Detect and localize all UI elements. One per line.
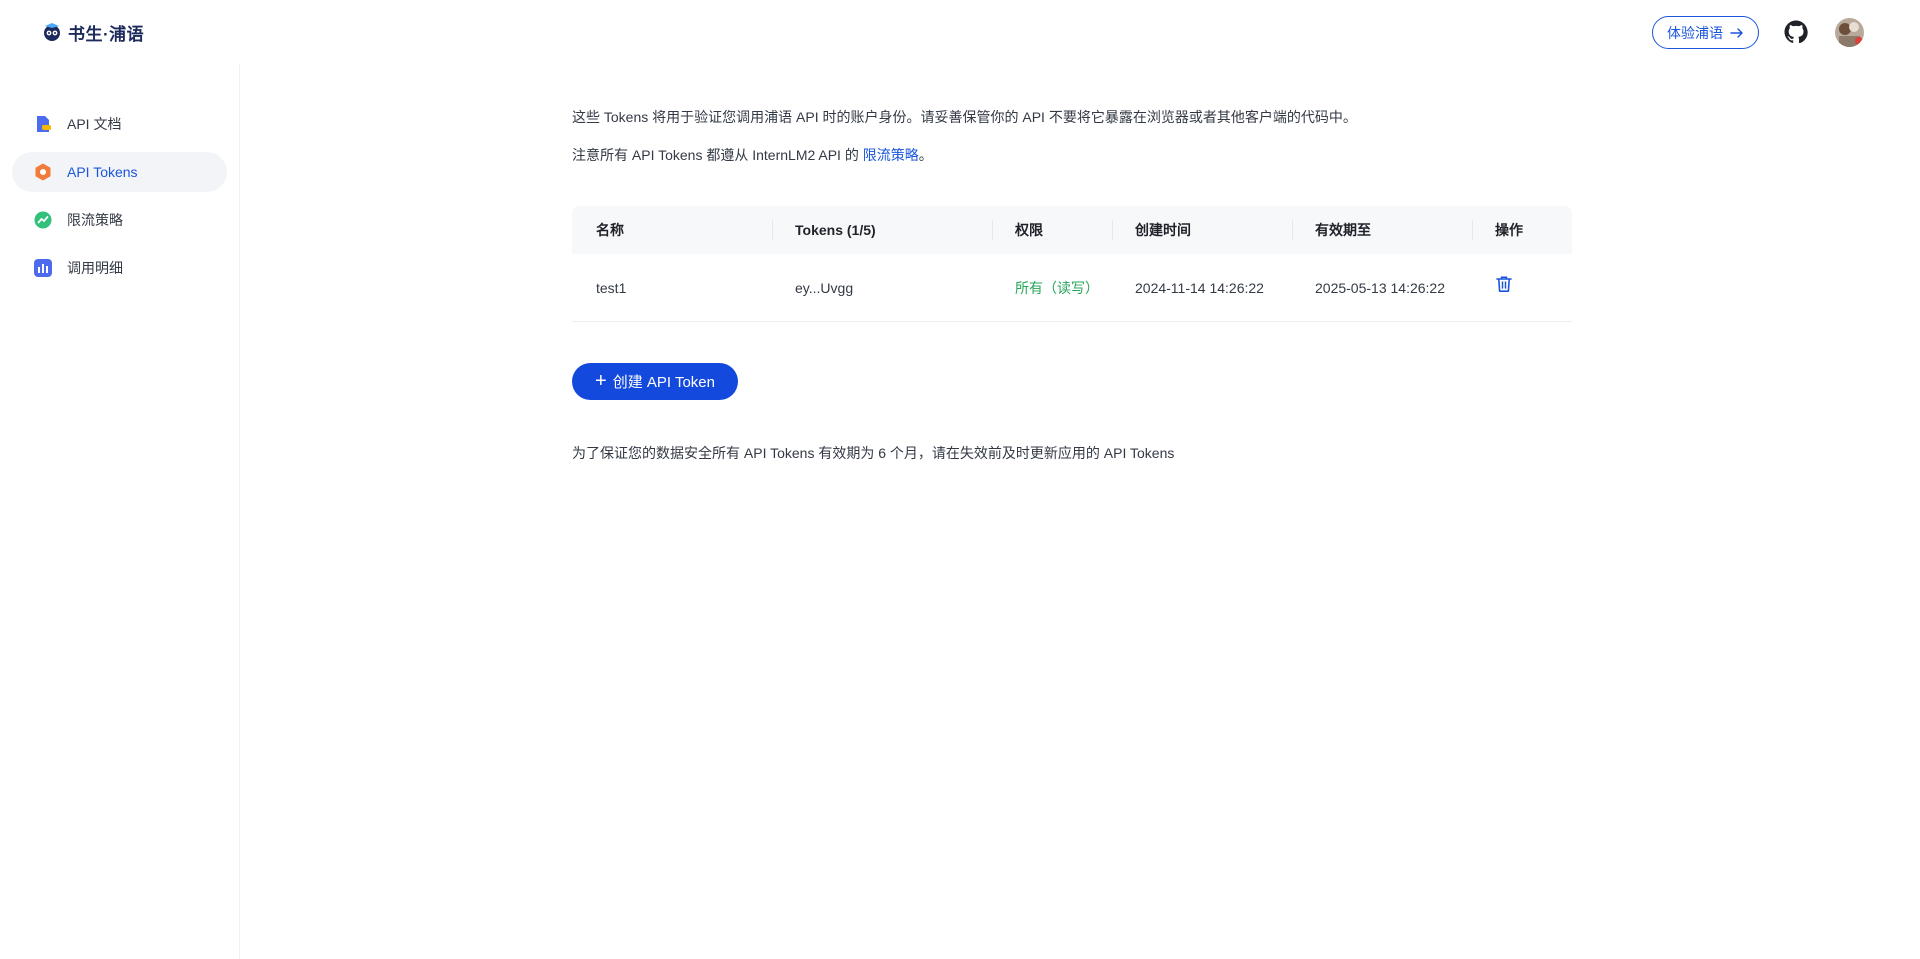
plus-icon: +	[595, 369, 607, 392]
mascot-logo-icon	[44, 23, 60, 41]
logo-text: 书生·浦语	[68, 24, 145, 44]
rate-limit-notice: 注意所有 API Tokens 都遵从 InternLM2 API 的 限流策略…	[572, 145, 933, 165]
rate-limit-notice-suffix: 。	[918, 147, 933, 163]
column-header-expires: 有效期至	[1315, 222, 1371, 238]
token-value: ey...Uvgg	[795, 279, 854, 296]
token-expiry-note: 为了保证您的数据安全所有 API Tokens 有效期为 6 个月，请在失效前及…	[572, 445, 1175, 461]
try-puyu-button[interactable]: 体验浦语	[1652, 16, 1759, 49]
column-header-permission: 权限	[1015, 222, 1043, 238]
token-name: test1	[596, 279, 627, 296]
column-header-created: 创建时间	[1135, 222, 1191, 238]
sidebar-item-usage-details[interactable]: 调用明细	[12, 248, 227, 288]
create-api-token-label: 创建 API Token	[612, 374, 715, 391]
table-row: test1 ey...Uvgg 所有（读写） 2024-11-14 14:26:…	[572, 254, 1572, 322]
token-created-time: 2024-11-14 14:26:22	[1135, 279, 1264, 296]
user-avatar[interactable]	[1835, 18, 1864, 47]
sidebar-item-api-tokens[interactable]: API Tokens	[12, 152, 227, 192]
avatar-image-icon	[1835, 18, 1864, 47]
tokens-description: 这些 Tokens 将用于验证您调用浦语 API 时的账户身份。请妥善保管你的 …	[572, 109, 1357, 125]
rate-limit-notice-prefix: 注意所有 API Tokens 都遵从 InternLM2 API 的	[572, 147, 863, 163]
sidebar-item-label: API 文档	[67, 116, 122, 132]
usage-chart-icon	[34, 259, 52, 277]
token-icon	[35, 163, 51, 181]
token-permission: 所有（读写）	[1015, 279, 1099, 296]
rate-limit-link[interactable]: 限流策略	[863, 147, 919, 163]
sidebar-item-label: API Tokens	[67, 164, 138, 180]
create-api-token-button[interactable]: + 创建 API Token	[572, 363, 738, 400]
github-icon[interactable]	[1784, 20, 1808, 44]
sidebar: API 文档 API Tokens 限流策略 调用明细	[0, 64, 240, 959]
token-expires-time: 2025-05-13 14:26:22	[1315, 279, 1445, 296]
trash-icon[interactable]	[1495, 275, 1513, 293]
column-header-actions: 操作	[1495, 222, 1523, 238]
sidebar-item-label: 限流策略	[67, 212, 123, 228]
sidebar-item-rate-limit[interactable]: 限流策略	[12, 200, 227, 240]
logo[interactable]: 书生·浦语	[40, 18, 144, 46]
sidebar-item-api-docs[interactable]: API 文档	[12, 104, 227, 144]
try-puyu-label: 体验浦语	[1667, 24, 1723, 41]
token-actions	[1495, 254, 1513, 321]
column-header-tokens: Tokens (1/5)	[795, 222, 876, 238]
top-header: 书生·浦语 体验浦语	[0, 0, 1920, 64]
document-icon	[37, 116, 51, 132]
tokens-table: 名称 Tokens (1/5) 权限 创建时间 有效期至 操作 test1 ey…	[572, 206, 1572, 322]
sidebar-item-label: 调用明细	[67, 260, 123, 276]
table-header: 名称 Tokens (1/5) 权限 创建时间 有效期至 操作	[572, 206, 1572, 254]
column-header-name: 名称	[596, 222, 624, 238]
rate-limit-icon	[34, 211, 52, 229]
arrow-right-icon	[1730, 27, 1743, 38]
